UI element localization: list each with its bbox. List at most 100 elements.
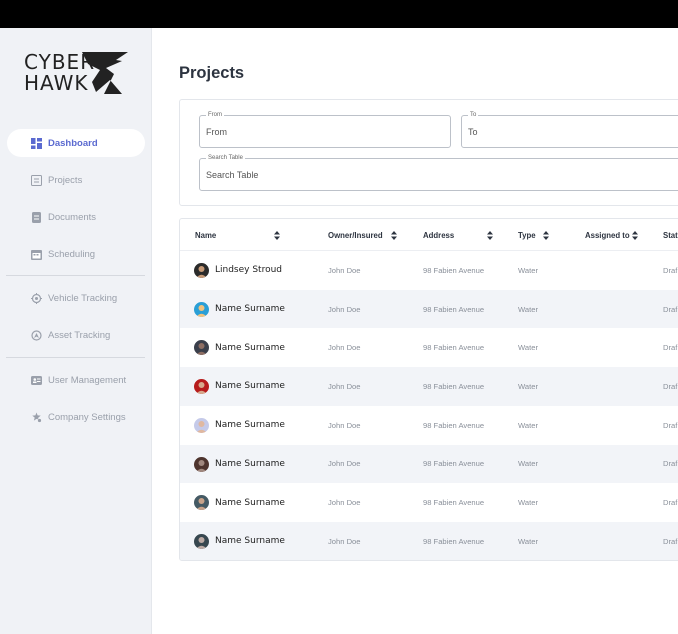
to-input[interactable] — [462, 116, 678, 147]
table-row[interactable]: Name Surname John Doe 98 Fabien Avenue Wate… — [180, 289, 678, 329]
sidebar-item-scheduling[interactable]: Scheduling — [7, 240, 145, 268]
avatar — [194, 340, 209, 356]
table-row[interactable]: Name Surname John Doe 98 Fabien Avenue Wate… — [180, 406, 678, 445]
sidebar-item-label: Projects — [48, 174, 83, 186]
table-row[interactable]: Name Surname John Doe 98 Fabien Avenue Wate… — [180, 483, 678, 522]
name-cell: Name Surname — [215, 381, 285, 392]
type-cell: Water — [518, 420, 538, 430]
avatar — [194, 533, 209, 549]
from-field-label: From — [206, 111, 224, 119]
sidebar-item-documents[interactable]: Documents — [7, 203, 145, 231]
sidebar-item-asset-tracking[interactable]: Asset Tracking — [7, 321, 145, 349]
type-cell: Water — [518, 381, 538, 391]
owner-cell: John Doe — [328, 265, 361, 275]
sidebar-item-vehicle-tracking[interactable]: Vehicle Tracking — [7, 284, 145, 312]
logo-line-2: HAWK — [24, 71, 89, 95]
type-cell: Water — [518, 304, 538, 314]
table-row[interactable]: Name Surname John Doe 98 Fabien Avenue Wate… — [180, 328, 678, 367]
avatar — [194, 495, 209, 511]
search-table-label: Search Table — [206, 154, 245, 162]
table-row[interactable]: Name Surname John Doe 98 Fabien Avenue Wate… — [180, 367, 678, 406]
status-cell: Draf — [663, 265, 678, 275]
sidebar-item-company-settings[interactable]: Company Settings — [7, 403, 145, 431]
user-management-icon — [31, 375, 42, 386]
sidebar-item-label: User Management — [48, 374, 127, 386]
status-cell: Draf — [663, 420, 678, 430]
sidebar-divider — [6, 275, 145, 276]
name-cell: Name Surname — [215, 342, 285, 353]
sidebar: CYBER HAWK Dashboard Projects Documents … — [0, 28, 152, 634]
sidebar-item-projects[interactable]: Projects — [7, 166, 145, 194]
table-row[interactable]: Name Surname John Doe 98 Fabien Avenue Wate… — [180, 521, 678, 560]
name-cell: Name Surname — [215, 497, 285, 508]
status-cell: Draf — [663, 498, 678, 508]
sidebar-item-label: Dashboard — [48, 137, 98, 149]
sort-icon[interactable] — [543, 231, 549, 240]
from-field[interactable]: From — [199, 111, 451, 148]
name-cell: Name Surname — [215, 458, 285, 469]
column-header-owner[interactable]: Owner/Insured — [328, 219, 383, 251]
avatar — [194, 417, 209, 433]
status-cell: Draf — [663, 536, 678, 546]
search-table-field[interactable]: Search Table — [199, 154, 678, 191]
address-cell: 98 Fabien Avenue — [423, 536, 485, 546]
owner-cell: John Doe — [328, 459, 361, 469]
type-cell: Water — [518, 498, 538, 508]
hawk-logo-icon — [82, 52, 128, 94]
column-header-type[interactable]: Type — [518, 219, 536, 251]
status-cell: Draf — [663, 459, 678, 469]
sort-icon[interactable] — [391, 231, 397, 240]
top-bar — [0, 0, 678, 28]
avatar — [194, 263, 209, 278]
main-content: Projects From To Search Table Name Owner… — [153, 28, 678, 634]
address-cell: 98 Fabien Avenue — [423, 498, 485, 508]
address-cell: 98 Fabien Avenue — [423, 459, 485, 469]
asset-tracking-icon — [31, 329, 42, 341]
from-input[interactable] — [200, 116, 450, 147]
settings-icon — [31, 412, 42, 423]
cyberhawk-logo[interactable]: CYBER HAWK — [24, 50, 134, 100]
sort-icon[interactable] — [274, 231, 280, 240]
column-header-status[interactable]: Stat — [663, 219, 678, 251]
address-cell: 98 Fabien Avenue — [423, 420, 485, 430]
sidebar-item-label: Company Settings — [48, 411, 126, 423]
table-row[interactable]: Name Surname John Doe 98 Fabien Avenue Wate… — [180, 444, 678, 484]
dashboard-icon — [31, 137, 42, 149]
sidebar-item-user-management[interactable]: User Management — [7, 366, 145, 394]
column-header-address[interactable]: Address — [423, 219, 454, 251]
column-header-assigned-to[interactable]: Assigned to — [585, 219, 630, 251]
name-cell: Lindsey Stroud — [215, 265, 283, 276]
type-cell: Water — [518, 536, 538, 546]
type-cell: Water — [518, 343, 538, 353]
sort-icon[interactable] — [487, 231, 493, 240]
column-header-name[interactable]: Name — [195, 219, 216, 251]
name-cell: Name Surname — [215, 304, 285, 315]
to-field[interactable]: To — [461, 111, 678, 148]
name-cell: Name Surname — [215, 536, 285, 547]
sidebar-item-label: Scheduling — [48, 248, 96, 260]
owner-cell: John Doe — [328, 420, 361, 430]
to-field-label: To — [468, 111, 479, 119]
owner-cell: John Doe — [328, 304, 361, 314]
owner-cell: John Doe — [328, 343, 361, 353]
vehicle-tracking-icon — [31, 292, 42, 304]
type-cell: Water — [518, 265, 538, 275]
type-cell: Water — [518, 459, 538, 469]
address-cell: 98 Fabien Avenue — [423, 343, 485, 353]
table-row[interactable]: Lindsey Stroud John Doe 98 Fabien Avenue Wa… — [180, 251, 678, 290]
projects-table: Name Owner/Insured Address Type Assigned… — [179, 218, 678, 561]
status-cell: Draf — [663, 381, 678, 391]
name-cell: Name Surname — [215, 420, 285, 431]
search-table-input[interactable] — [200, 159, 678, 190]
avatar — [194, 301, 209, 317]
table-header: Name Owner/Insured Address Type Assigned… — [180, 219, 678, 251]
avatar — [194, 456, 209, 472]
owner-cell: John Doe — [328, 381, 361, 391]
projects-icon — [31, 174, 42, 186]
sort-icon[interactable] — [632, 231, 638, 240]
calendar-icon — [31, 249, 42, 260]
sidebar-item-dashboard[interactable]: Dashboard — [7, 129, 145, 157]
address-cell: 98 Fabien Avenue — [423, 265, 485, 275]
status-cell: Draf — [663, 343, 678, 353]
owner-cell: John Doe — [328, 536, 361, 546]
